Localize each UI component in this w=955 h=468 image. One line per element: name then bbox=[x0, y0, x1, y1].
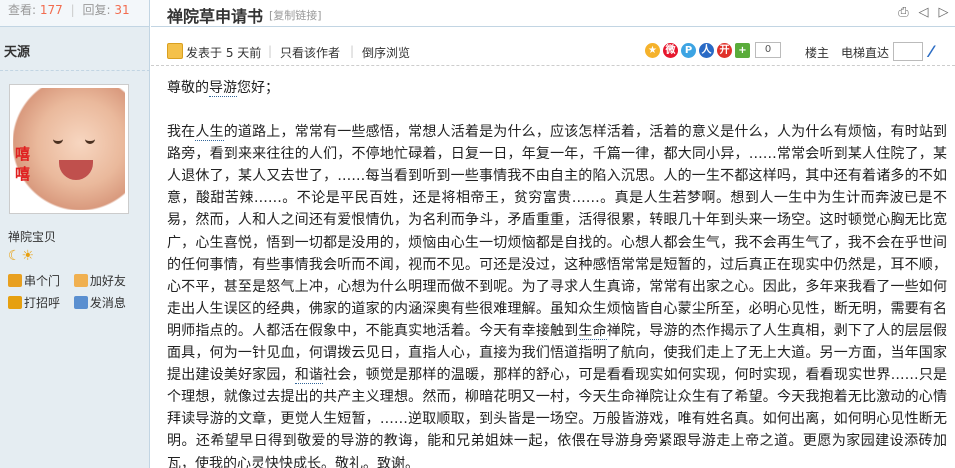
author-sidebar: 查看: 177 | 回复: 31 天源 嘻嘻 禅院宝贝 ☾☀ 串个门 加好友 打… bbox=[0, 0, 150, 468]
keyword-link[interactable]: 心灵 bbox=[237, 455, 265, 468]
reverse-order-link[interactable]: 倒序浏览 bbox=[362, 44, 410, 61]
jump-go-icon[interactable]: ⁄ bbox=[930, 42, 933, 61]
share-count: 0 bbox=[755, 42, 781, 58]
thread-title: 禅院草申请书 bbox=[167, 7, 264, 26]
qzone-icon[interactable]: ★ bbox=[645, 42, 660, 58]
greet-button[interactable]: 打招呼 bbox=[8, 292, 70, 314]
user-group[interactable]: 禅院宝贝 bbox=[8, 228, 56, 245]
jump-label: 电梯直达 bbox=[841, 46, 890, 60]
visit-label: 串个门 bbox=[24, 274, 61, 288]
share-buttons: ★ 微 P 人开 +0 bbox=[645, 42, 781, 58]
prev-thread-icon[interactable]: ◁ bbox=[916, 5, 931, 20]
more-share-icon[interactable]: + bbox=[735, 42, 750, 58]
copy-link-button[interactable]: [复制链接] bbox=[269, 7, 322, 23]
greet-label: 打招呼 bbox=[24, 296, 61, 310]
keyword-link[interactable]: 人生 bbox=[195, 124, 224, 142]
thread-title-bar: 禅院草申请书 [复制链接] ⎙ ◁ ▷ bbox=[151, 0, 955, 27]
divider bbox=[0, 70, 150, 71]
greet-icon bbox=[8, 296, 22, 309]
author-name[interactable]: 天源 bbox=[0, 41, 149, 60]
tencent-weibo-icon[interactable]: P bbox=[681, 42, 696, 58]
kaixin-icon[interactable]: 开 bbox=[717, 42, 732, 58]
greeting: 尊敬的导游您好； bbox=[167, 77, 947, 99]
views-count: 177 bbox=[39, 3, 63, 17]
message-icon bbox=[73, 296, 88, 309]
visit-button[interactable]: 串个门 bbox=[8, 270, 70, 292]
post-body: 我在人生的道路上，常常有一些感悟，常想人活着是为什么，应该怎样活着，活着的意义是… bbox=[167, 121, 947, 468]
online-status-icon bbox=[167, 43, 183, 59]
post-content: 尊敬的导游您好； 我在人生的道路上，常常有一些感悟，常想人活着是为什么，应该怎样… bbox=[167, 77, 947, 468]
posted-time: 发表于 5 天前 bbox=[186, 46, 262, 60]
add-friend-icon bbox=[73, 274, 88, 287]
meta-divider: | bbox=[350, 44, 355, 58]
avatar-text: 嘻嘻 bbox=[15, 145, 31, 183]
next-thread-icon[interactable]: ▷ bbox=[936, 5, 951, 20]
body-text: 快快成长。敬礼。致谢。 bbox=[265, 455, 419, 468]
add-friend-button[interactable]: 加好友 bbox=[73, 270, 136, 292]
floor-label: 楼主 bbox=[805, 46, 830, 60]
replies-label: 回复: bbox=[82, 3, 111, 17]
post-meta-bar: 发表于 5 天前 | 只看该作者 | 倒序浏览 ★ 微 P 人开 +0 楼主 电梯直达 … bbox=[151, 40, 955, 66]
greeting-text: 您好； bbox=[237, 80, 279, 96]
avatar[interactable]: 嘻嘻 bbox=[9, 84, 129, 214]
greeting-text: 尊敬的 bbox=[167, 80, 209, 96]
renren-icon[interactable]: 人 bbox=[699, 42, 714, 58]
keyword-link[interactable]: 导游 bbox=[209, 80, 237, 97]
message-button[interactable]: 发消息 bbox=[73, 292, 136, 314]
user-actions: 串个门 加好友 打招呼 发消息 bbox=[8, 270, 148, 314]
floor-jump-input[interactable] bbox=[893, 42, 923, 61]
home-icon bbox=[8, 274, 22, 287]
rank-stars: ☾☀ bbox=[8, 248, 36, 264]
avatar-mouth bbox=[59, 160, 93, 180]
body-text: 我在 bbox=[167, 124, 196, 141]
thread-stats: 查看: 177 | 回复: 31 bbox=[0, 0, 149, 27]
keyword-link[interactable]: 生命 bbox=[578, 322, 607, 340]
post-area: 禅院草申请书 [复制链接] ⎙ ◁ ▷ 发表于 5 天前 | 只看该作者 | 倒序浏… bbox=[151, 0, 955, 468]
body-text: 的道路上，常常有一些感悟，常想人活着是为什么，应该怎样活着，活着的意义是什么，人… bbox=[167, 124, 948, 339]
print-icon[interactable]: ⎙ bbox=[896, 5, 911, 20]
avatar-image: 嘻嘻 bbox=[13, 88, 125, 210]
title-toolbar: ⎙ ◁ ▷ bbox=[891, 5, 951, 20]
add-friend-label: 加好友 bbox=[89, 274, 126, 288]
keyword-link[interactable]: 和谐 bbox=[294, 367, 324, 385]
replies-count: 31 bbox=[114, 3, 130, 17]
meta-divider: | bbox=[268, 44, 273, 58]
weibo-icon[interactable]: 微 bbox=[663, 42, 678, 58]
only-author-link[interactable]: 只看该作者 bbox=[280, 44, 340, 61]
message-label: 发消息 bbox=[89, 296, 126, 310]
avatar-eye-left bbox=[53, 138, 63, 144]
views-label: 查看: bbox=[8, 3, 37, 17]
stats-divider: | bbox=[70, 3, 75, 17]
avatar-eye-right bbox=[85, 138, 95, 144]
